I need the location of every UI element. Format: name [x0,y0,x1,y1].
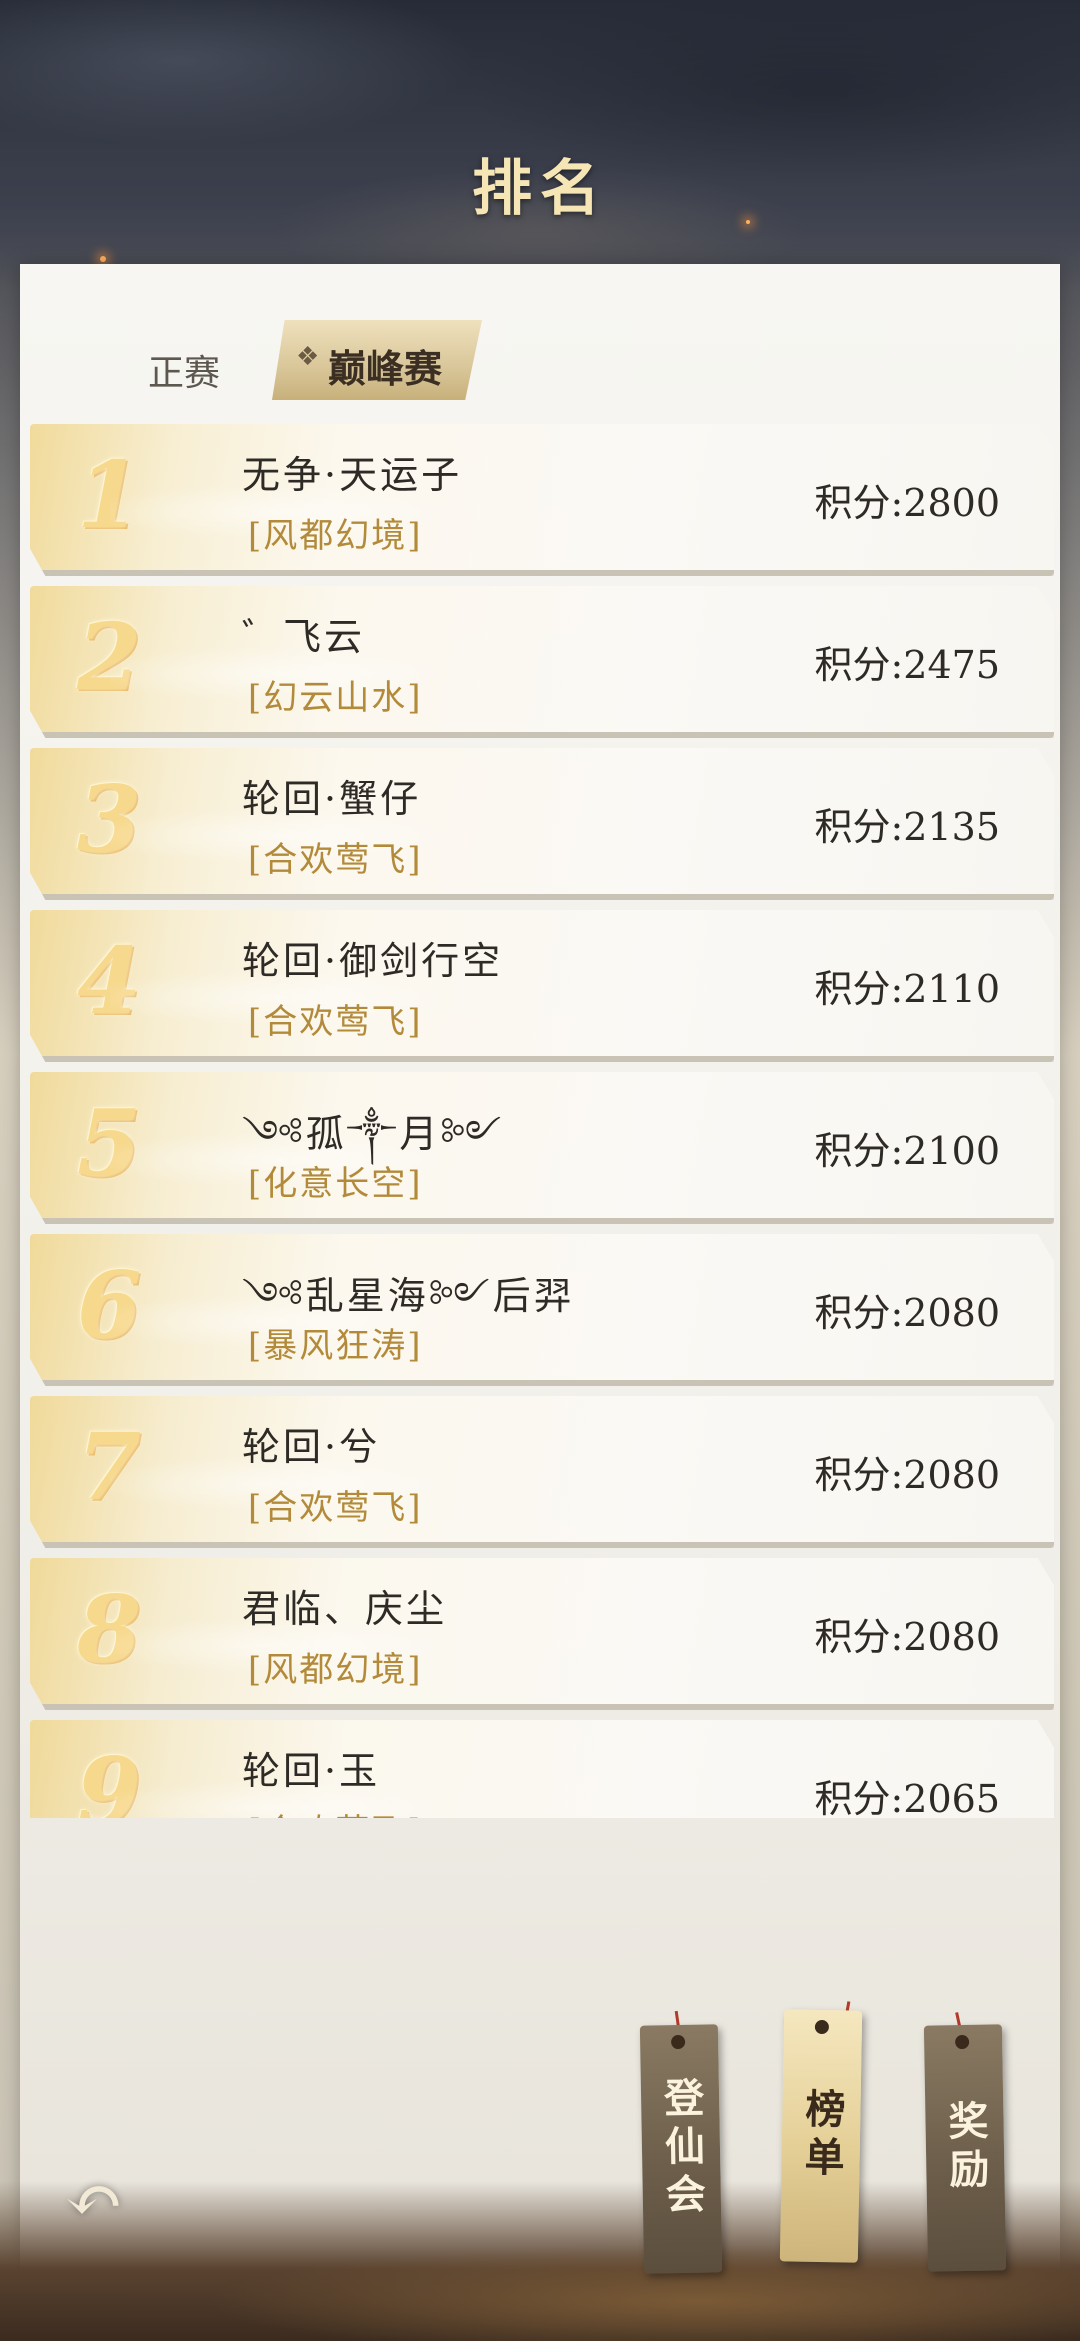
player-score: 积分:2065 [814,1777,1000,1818]
player-score: 积分:2100 [814,1129,1000,1173]
guild-name: [幻云山水] [248,678,423,718]
rank-number: 4 [76,927,141,1035]
tab-main-match[interactable]: 正赛 [148,344,220,396]
ember-spark [100,256,106,262]
tab-immortal-assembly-label: 登仙会 [656,2076,707,2222]
guild-name: [暴风狂涛] [248,1326,423,1366]
player-name: 无争·天运子 [242,453,463,497]
ranking-row[interactable]: 4 轮回·御剑行空 [合欢莺飞] 积分:2110 [30,910,1054,1062]
guild-name: [合欢莺飞] [248,1002,423,1042]
ranking-row[interactable]: 3 轮回·蟹仔 [合欢莺飞] 积分:2135 [30,748,1054,900]
rank-number: 2 [76,603,141,711]
tab-peak-match-label: 巅峰赛 [328,346,443,391]
tag-hole [955,2034,970,2050]
rank-number: 7 [76,1413,141,1521]
player-name: 君临、庆尘 [242,1587,448,1631]
guild-name: [合欢莺飞] [248,1488,423,1528]
player-score: 积分:2475 [814,643,1000,687]
tab-rewards-label: 奖励 [941,2099,990,2197]
guild-name: [合欢莺飞] [248,1804,423,1818]
ranking-list[interactable]: 1 无争·天运子 [风都幻境] 积分:2800 2 ゛飞云 [幻云山水] 积分:… [30,412,1060,1818]
guild-name: [化意长空] [248,1164,423,1204]
tab-bar: 正赛 ❖ 巅峰赛 [20,264,1060,414]
player-name: 轮回·蟹仔 [242,777,422,821]
rank-number: 1 [76,441,141,549]
diamond-icon: ❖ [296,342,320,372]
tag-hole [814,2019,830,2035]
ranking-row[interactable]: 6 ༺乱星海༻后羿 [暴风狂涛] 积分:2080 [30,1234,1054,1386]
tab-leaderboard-label: 榜单 [797,2087,846,2185]
player-name: 轮回·玉 [242,1749,381,1793]
rank-number: 9 [76,1737,141,1818]
rank-number: 8 [76,1575,141,1683]
player-name: 轮回·御剑行空 [242,939,504,983]
rank-number: 3 [76,765,141,873]
rank-number: 5 [76,1089,141,1197]
back-arrow-icon[interactable]: ↶ [54,2160,134,2240]
player-name: 轮回·兮 [242,1425,381,1469]
ranking-row[interactable]: 1 无争·天运子 [风都幻境] 积分:2800 [30,424,1054,576]
tab-rewards[interactable]: 奖励 [923,2024,1007,2272]
ranking-row[interactable]: 7 轮回·兮 [合欢莺飞] 积分:2080 [30,1396,1054,1548]
player-score: 积分:2800 [814,481,1000,525]
guild-name: [风都幻境] [248,1650,423,1690]
guild-name: [合欢莺飞] [248,840,423,880]
ranking-row[interactable]: 2 ゛飞云 [幻云山水] 积分:2475 [30,586,1054,738]
player-score: 积分:2080 [814,1453,1000,1497]
guild-name: [风都幻境] [248,516,423,556]
player-score: 积分:2080 [814,1291,1000,1335]
dune-decoration [0,2181,1080,2341]
page-title: 排名 [472,154,608,224]
player-name: ゛飞云 [242,615,366,659]
rank-number: 6 [76,1251,141,1359]
ranking-panel: 正赛 ❖ 巅峰赛 1 无争·天运子 [风都幻境] 积分:2800 2 ゛飞云 [… [20,264,1060,2314]
ranking-row[interactable]: 9 轮回·玉 [合欢莺飞] 积分:2065 [30,1720,1054,1818]
ranking-row[interactable]: 5 ༺孤༒月༻ [化意长空] 积分:2100 [30,1072,1054,1224]
player-score: 积分:2110 [814,967,1000,1011]
ranking-row[interactable]: 8 君临、庆尘 [风都幻境] 积分:2080 [30,1558,1054,1710]
tag-hole [671,2034,686,2050]
tab-leaderboard[interactable]: 榜单 [779,2009,863,2263]
player-score: 积分:2080 [814,1615,1000,1659]
tab-immortal-assembly[interactable]: 登仙会 [639,2024,723,2274]
tab-peak-match[interactable]: ❖ 巅峰赛 [272,320,482,400]
player-score: 积分:2135 [814,805,1000,849]
